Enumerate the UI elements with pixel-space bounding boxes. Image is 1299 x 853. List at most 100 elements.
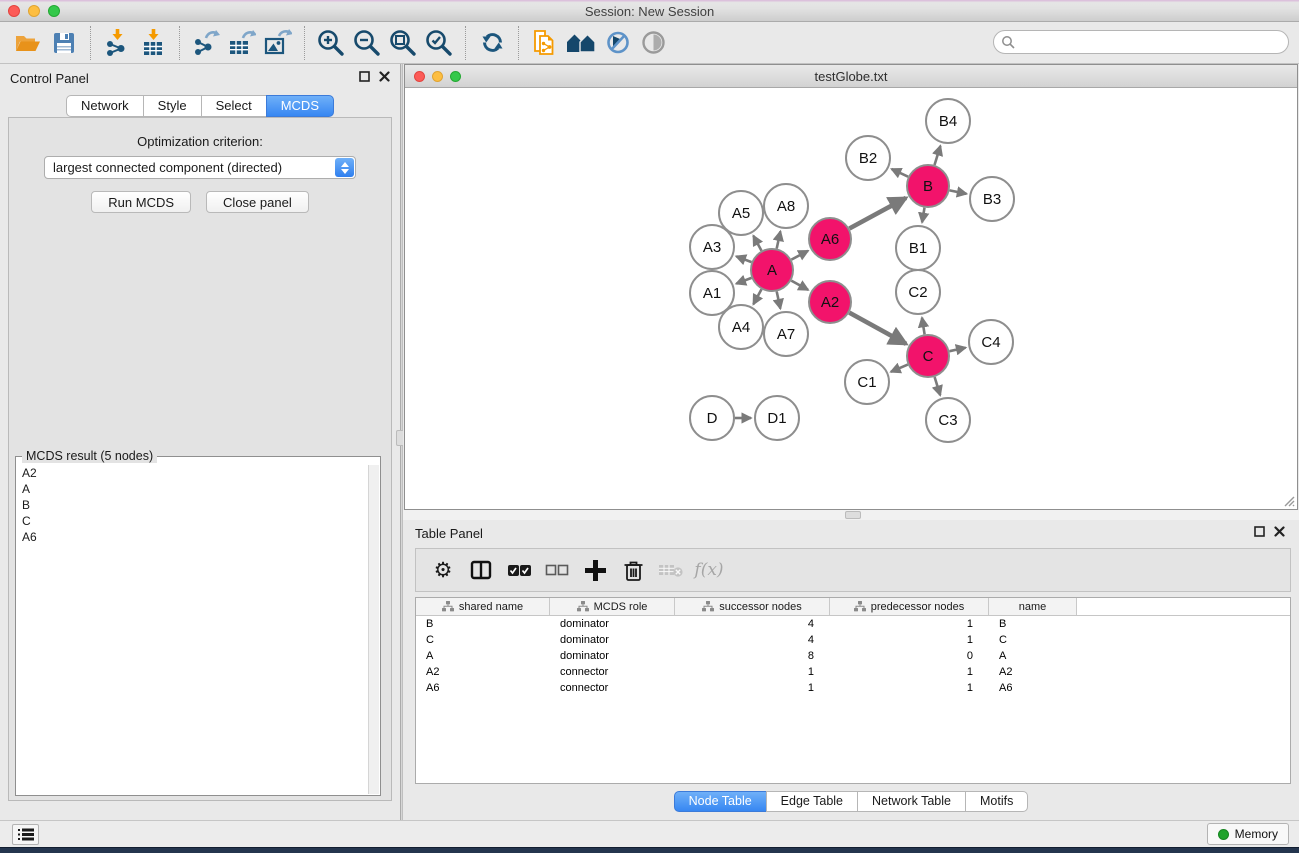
mcds-result-item[interactable]: A <box>17 481 368 497</box>
table-cell: connector <box>550 680 675 696</box>
fx-label: f(x) <box>694 560 723 580</box>
tab-network-table[interactable]: Network Table <box>857 791 966 812</box>
zoom-out-icon[interactable] <box>349 25 385 61</box>
svg-text:C2: C2 <box>908 284 927 301</box>
gear-icon[interactable]: ⚙ <box>426 553 460 587</box>
tab-network[interactable]: Network <box>66 95 144 117</box>
add-column-icon[interactable] <box>578 553 612 587</box>
table-cell: B <box>416 616 550 632</box>
delete-table-icon <box>654 553 688 587</box>
svg-text:B3: B3 <box>983 191 1001 208</box>
table-cell: 8 <box>675 648 830 664</box>
table-row[interactable]: A2connector11A2 <box>416 664 1290 680</box>
network-window-titlebar[interactable]: testGlobe.txt <box>405 65 1297 88</box>
table-cell: connector <box>550 664 675 680</box>
tab-edge-table[interactable]: Edge Table <box>766 791 858 812</box>
float-table-panel-icon[interactable] <box>1254 526 1265 537</box>
table-cell: dominator <box>550 616 675 632</box>
select-all-icon[interactable] <box>502 553 536 587</box>
table-cell: dominator <box>550 632 675 648</box>
toolbar-separator <box>304 26 305 60</box>
tab-style[interactable]: Style <box>143 95 202 117</box>
delete-column-icon[interactable] <box>616 553 650 587</box>
float-panel-icon[interactable] <box>359 71 370 82</box>
save-session-icon[interactable] <box>46 25 82 61</box>
network-window-title: testGlobe.txt <box>405 69 1297 84</box>
table-row[interactable]: Bdominator41B <box>416 616 1290 632</box>
control-panel-title: Control Panel <box>10 71 89 86</box>
mcds-result-title: MCDS result (5 nodes) <box>22 449 157 463</box>
open-file-icon[interactable] <box>10 25 46 61</box>
mcds-result-box: MCDS result (5 nodes) A2ABCA6 <box>15 456 381 796</box>
task-history-button[interactable] <box>12 824 39 845</box>
svg-text:D: D <box>707 410 718 427</box>
import-network-icon[interactable] <box>99 25 135 61</box>
mcds-result-item[interactable]: B <box>17 497 368 513</box>
fx-icon: f(x) <box>692 553 726 587</box>
svg-text:A7: A7 <box>777 326 795 343</box>
refresh-icon[interactable] <box>474 25 510 61</box>
mcds-result-item[interactable]: A6 <box>17 529 368 545</box>
table-cell: C <box>416 632 550 648</box>
run-mcds-button[interactable]: Run MCDS <box>91 191 191 213</box>
close-panel-button[interactable]: Close panel <box>206 191 309 213</box>
home-layout-icon[interactable] <box>563 25 599 61</box>
search-input[interactable] <box>993 30 1289 54</box>
dropdown-stepper-icon <box>335 158 354 177</box>
network-canvas[interactable]: B4B2BB3A8A5A6A3B1AC2A1A2A4A7C4CC1DD1C3 <box>405 88 1297 509</box>
table-panel: Table Panel ⚙ <box>403 520 1299 820</box>
show-graphics-details-icon[interactable] <box>599 25 635 61</box>
zoom-selected-icon[interactable] <box>421 25 457 61</box>
mcds-result-scrollbar[interactable] <box>368 465 379 794</box>
column-header-shared-name[interactable]: shared name <box>416 598 550 615</box>
column-header-MCDS-role[interactable]: MCDS role <box>550 598 675 615</box>
tab-node-table[interactable]: Node Table <box>674 791 767 812</box>
tab-motifs[interactable]: Motifs <box>965 791 1028 812</box>
horizontal-splitter-handle[interactable] <box>845 511 861 519</box>
column-header-successor-nodes[interactable]: successor nodes <box>675 598 830 615</box>
resize-grip-icon[interactable] <box>1281 493 1295 507</box>
eye-icon[interactable] <box>635 25 671 61</box>
right-area: testGlobe.txt B4B2BB3A8A5A6A3B1AC2A1A2A4… <box>403 64 1299 820</box>
table-row[interactable]: Cdominator41C <box>416 632 1290 648</box>
clone-network-icon[interactable] <box>527 25 563 61</box>
column-header-predecessor-nodes[interactable]: predecessor nodes <box>830 598 989 615</box>
table-row[interactable]: A6connector11A6 <box>416 680 1290 696</box>
tab-mcds[interactable]: MCDS <box>266 95 334 117</box>
export-image-icon[interactable] <box>260 25 296 61</box>
mcds-result-list: A2ABCA6 <box>17 465 368 794</box>
table-cell: 4 <box>675 616 830 632</box>
table-panel-title: Table Panel <box>415 526 483 541</box>
mcds-result-item[interactable]: C <box>17 513 368 529</box>
shared-column-icon <box>442 601 454 612</box>
horizontal-splitter[interactable] <box>403 510 1299 520</box>
table-cell: A2 <box>989 664 1077 680</box>
zoom-in-icon[interactable] <box>313 25 349 61</box>
zoom-fit-icon[interactable] <box>385 25 421 61</box>
table-cell: A <box>989 648 1077 664</box>
optimization-criterion-label: Optimization criterion: <box>9 134 391 149</box>
export-network-icon[interactable] <box>188 25 224 61</box>
criterion-dropdown[interactable]: largest connected component (directed) <box>44 156 356 179</box>
svg-text:A2: A2 <box>821 294 839 311</box>
table-row[interactable]: Adominator80A <box>416 648 1290 664</box>
svg-text:C: C <box>923 348 934 365</box>
tab-select[interactable]: Select <box>201 95 267 117</box>
close-panel-icon[interactable] <box>379 71 390 82</box>
column-header-name[interactable]: name <box>989 598 1077 615</box>
app-titlebar: Session: New Session <box>0 0 1299 22</box>
shared-column-icon <box>702 601 714 612</box>
table-cell: A <box>416 648 550 664</box>
svg-text:B2: B2 <box>859 150 877 167</box>
deselect-all-icon[interactable] <box>540 553 574 587</box>
toolbar-separator <box>518 26 519 60</box>
split-panel-icon[interactable] <box>464 553 498 587</box>
export-table-icon[interactable] <box>224 25 260 61</box>
import-table-icon[interactable] <box>135 25 171 61</box>
search-icon <box>1001 35 1015 49</box>
close-table-panel-icon[interactable] <box>1274 526 1285 537</box>
table-body: Bdominator41BCdominator41CAdominator80AA… <box>416 616 1290 696</box>
memory-button[interactable]: Memory <box>1207 823 1289 845</box>
svg-text:C1: C1 <box>857 374 876 391</box>
mcds-result-item[interactable]: A2 <box>17 465 368 481</box>
